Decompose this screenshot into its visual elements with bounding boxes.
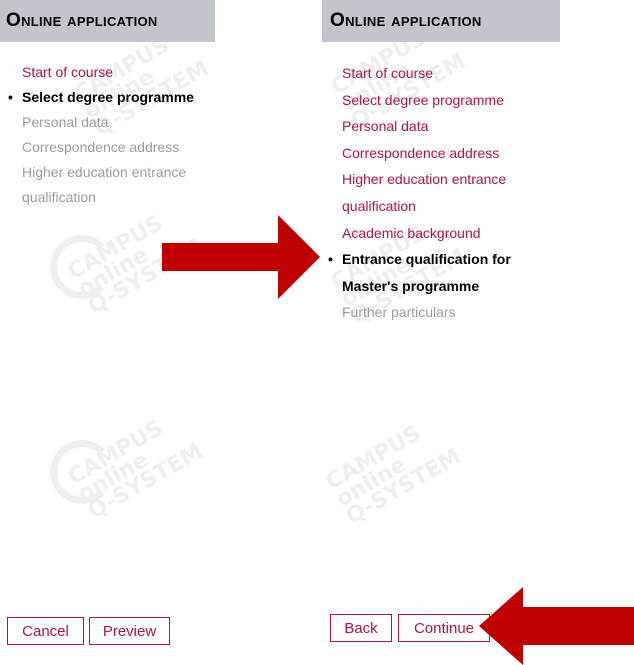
step-correspondence-address[interactable]: Correspondence address (342, 140, 557, 167)
step-higher-education-entrance: Higher education entrance (22, 164, 187, 180)
left-arrow-icon (479, 587, 634, 665)
left-application-panel: Online application Start of course Selec… (0, 0, 215, 665)
preview-button[interactable]: Preview (89, 617, 170, 645)
step-qualification: qualification (22, 189, 96, 205)
step-correspondence-address: Correspondence address (22, 139, 180, 155)
panel-title: Online application (322, 0, 560, 42)
step-start-of-course[interactable]: Start of course (342, 60, 557, 87)
step-personal-data: Personal data (22, 114, 109, 130)
step-list: Start of course Select degree programme … (8, 60, 212, 210)
step-start-of-course[interactable]: Start of course (22, 60, 212, 85)
right-arrow-icon (162, 215, 320, 299)
step-personal-data[interactable]: Personal data (342, 113, 557, 140)
step-further-particulars: Further particulars (342, 304, 456, 321)
step-entrance-qualification: Entrance qualification for (328, 246, 557, 273)
panel-title: Online application (0, 0, 215, 42)
back-button[interactable]: Back (330, 614, 392, 642)
step-higher-education-entrance[interactable]: Higher education entrance (342, 166, 557, 193)
step-list: Start of course Select degree programme … (328, 60, 557, 326)
right-application-panel: Online application Start of course Selec… (322, 0, 560, 665)
cancel-button[interactable]: Cancel (7, 617, 84, 645)
step-academic-background[interactable]: Academic background (342, 220, 557, 247)
step-select-degree-programme[interactable]: Select degree programme (342, 87, 557, 114)
step-masters-programme: Master's programme (342, 277, 480, 294)
continue-button[interactable]: Continue (398, 614, 490, 642)
step-select-degree-programme: Select degree programme (8, 85, 212, 110)
step-qualification[interactable]: qualification (342, 193, 557, 220)
